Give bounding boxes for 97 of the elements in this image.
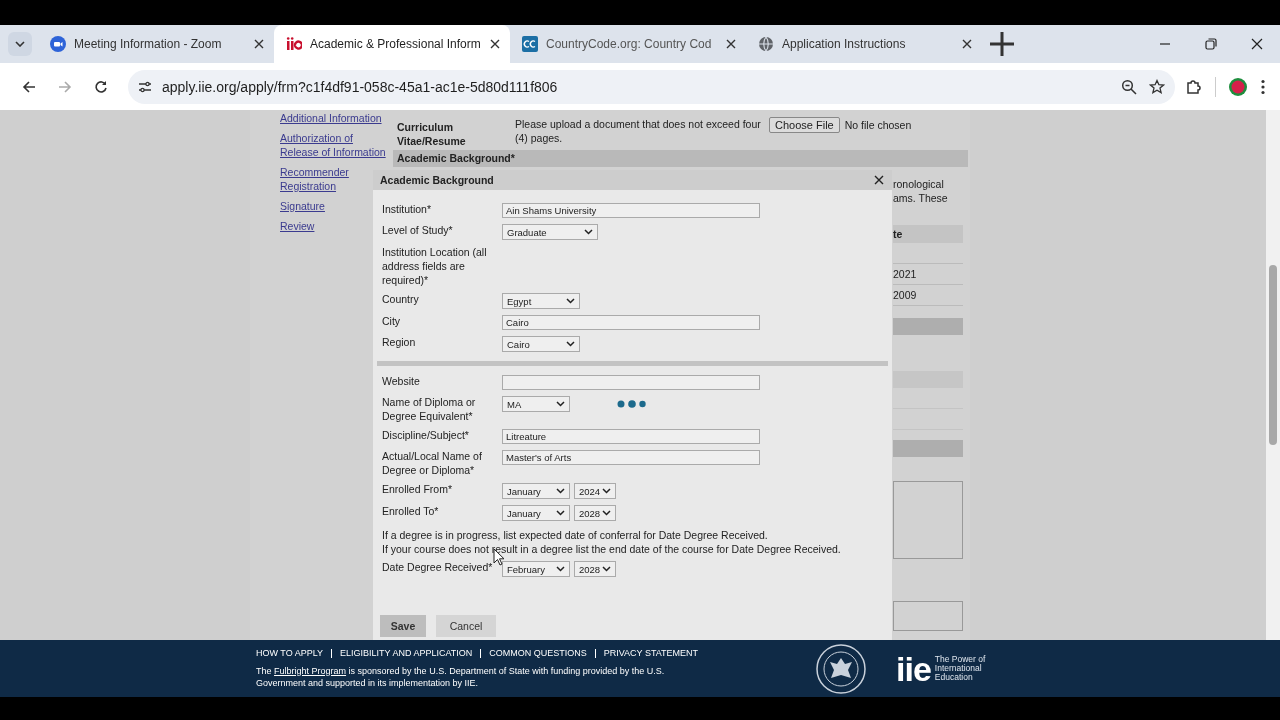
footer-link[interactable]: ELIGIBILITY AND APPLICATION [331,648,481,658]
footer-link[interactable]: COMMON QUESTIONS [480,648,595,658]
sidebar-link[interactable]: Additional Information [280,111,393,125]
caret-icon [602,566,611,572]
text-field[interactable]: Cairo [502,315,760,330]
logo-text: iie [896,651,931,686]
field-label: Level of Study* [382,223,454,237]
close-icon [873,174,885,186]
text-field[interactable]: Master's of Arts [502,450,760,465]
close-icon[interactable] [1251,38,1263,50]
zoom-app-icon [50,36,66,52]
dropdown[interactable]: Graduate [502,224,598,240]
text-field[interactable]: Ain Shams University [502,203,760,218]
close-icon[interactable] [962,39,972,49]
close-button[interactable] [873,174,885,186]
footer-link[interactable]: HOW TO APPLY [256,648,332,658]
browser-tab[interactable]: Academic & Professional Inform [274,25,510,63]
caret-icon [556,401,565,407]
close-icon[interactable] [726,39,736,49]
field-label: Actual/Local Name of Degree or Diploma* [382,449,483,477]
table-cell: 2009 [893,285,963,306]
fulbright-link[interactable]: Fulbright Program [274,665,347,676]
caret-icon [566,298,575,304]
paragraph-text: ronological [893,177,945,191]
restore-icon[interactable] [1205,38,1217,50]
save-button[interactable]: Save [380,615,426,637]
dropdown[interactable]: January [502,505,570,521]
browser-tab[interactable]: Application Instructions [746,25,982,63]
field-label: Institution* [382,202,433,216]
field-label: Region [382,335,417,349]
field-label: Country [382,292,420,306]
loading-icon [617,400,647,408]
zoom-icon[interactable] [1121,78,1137,95]
choose-file-button[interactable]: Choose File [769,117,840,133]
caret-icon [556,510,565,516]
help-text: Please upload a document that does not exceed four (4) pages. [515,117,762,145]
extensions-icon[interactable] [1185,77,1203,96]
dropdown[interactable]: 2024 [574,483,616,499]
column-header: te [893,225,963,243]
help-text: If your course does not result in a degree list the end date of the course for Date Degree Received. [382,542,842,556]
file-status: No file chosen [844,119,912,131]
browser-tab[interactable]: CountryCode.org: Country Cod [510,25,746,63]
caret-icon [15,41,25,47]
help-text: If a degree is in progress, list expected date of conferral for Date Degree Received. [382,528,769,542]
globe-icon [758,36,774,52]
url-text: apply.iie.org/apply/frm?c1f4df91-058c-45a1-ac1e-5d80d111f806 [162,78,558,95]
field-label: City [382,314,402,328]
tab-search-button[interactable] [8,32,32,56]
field-label: Institution Location (all address fields are required)* [382,245,488,287]
star-icon[interactable] [1149,78,1165,95]
caret-icon [556,566,565,572]
dropdown[interactable]: 2028 [574,561,616,577]
dropdown[interactable]: MA [502,396,570,412]
dialog-title: Academic Background [380,174,494,186]
scrollbar-thumb[interactable] [1269,265,1277,445]
footer-link[interactable]: PRIVACY STATEMENT [594,648,707,658]
caret-icon [584,229,593,235]
caret-icon [602,488,611,494]
field-label: Enrolled From* [382,482,454,496]
address-bar[interactable]: apply.iie.org/apply/frm?c1f4df91-058c-45a1-ac1e-5d80d111f806 [128,69,1175,104]
section-header: Academic Background* [393,150,968,167]
text-field[interactable] [502,375,760,390]
field-label: Website [382,374,421,388]
scrollbar[interactable] [1266,110,1280,640]
field-label: Curriculum Vitae/Resume [397,120,467,148]
site-logo-icon [286,36,302,52]
table-header-bar [893,371,963,388]
close-icon[interactable] [254,39,264,49]
caret-icon [556,488,565,494]
dropdown[interactable]: January [502,483,570,499]
field-label: Discipline/Subject* [382,428,470,442]
browser-tab[interactable]: Meeting Information - Zoom [38,25,274,63]
cancel-button[interactable]: Cancel [436,615,496,637]
site-logo-icon [522,36,538,52]
caret-icon [566,341,575,347]
field-label: Enrolled To* [382,504,440,518]
site-settings-icon[interactable] [138,79,152,94]
sidebar-link[interactable]: Authorization of Release of Information [280,131,393,159]
close-icon[interactable] [490,39,500,49]
dropdown[interactable]: February [502,561,570,577]
field-label: Date Degree Received* [382,560,494,574]
menu-icon[interactable] [1260,78,1266,95]
table-cell: 2021 [893,264,963,285]
tagline: The Power of International Education [934,655,987,682]
dropdown[interactable]: Egypt [502,293,580,309]
dropdown[interactable]: Cairo [502,336,580,352]
section-bar [893,318,963,335]
paragraph-text: ams. These [893,191,949,205]
profile-avatar[interactable] [1228,76,1248,97]
seal-icon [816,643,866,694]
dropdown[interactable]: 2028 [574,505,616,521]
footer-text: The Fulbright Program is sponsored by the U.S. Department of State with funding provided by the U.S. Government and supported in its implementation by IIE. [256,664,666,689]
section-bar [893,440,963,457]
field-label: Name of Diploma or Degree Equivalent* [382,395,477,423]
caret-icon [602,510,611,516]
new-tab-icon[interactable] [988,30,1016,58]
text-field[interactable]: Litreature [502,429,760,444]
